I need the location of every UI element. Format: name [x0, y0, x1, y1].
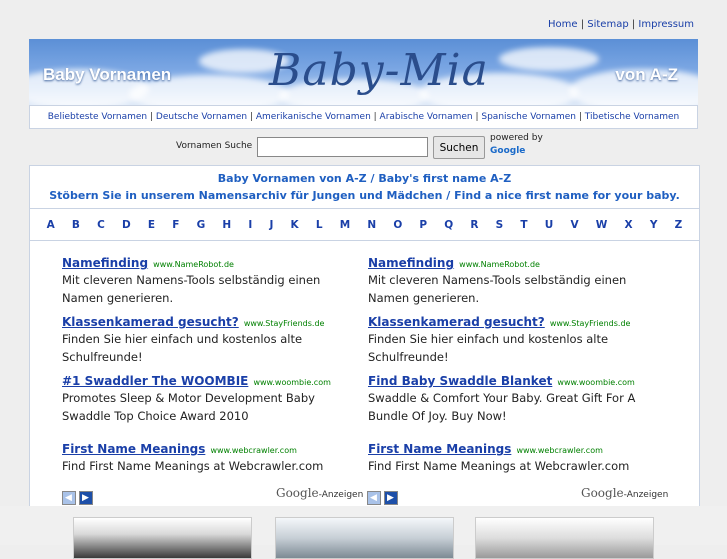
- ad-item: Namefinding www.NameRobot.de Mit cleveren…: [368, 252, 653, 307]
- headline-line-2: Stöbern Sie in unserem Namensarchiv für …: [49, 189, 680, 202]
- banner-left-text: Baby Vornamen: [43, 65, 172, 84]
- letter-link-i[interactable]: I: [248, 219, 252, 231]
- letter-link-p[interactable]: P: [419, 219, 427, 231]
- photo-strip: [0, 506, 727, 559]
- letter-link-x[interactable]: X: [625, 219, 633, 231]
- letter-link-s[interactable]: S: [496, 219, 504, 231]
- ad-title-link[interactable]: Find Baby Swaddle Blanket: [368, 374, 552, 388]
- letter-link-q[interactable]: Q: [444, 219, 453, 231]
- letter-link-b[interactable]: B: [72, 219, 80, 231]
- letter-link-t[interactable]: T: [520, 219, 527, 231]
- ad-description: Finden Sie hier einfach und kostenlos al…: [62, 332, 303, 364]
- search-label: Vornamen Suche: [176, 141, 253, 151]
- ad-url[interactable]: www.StayFriends.de: [550, 319, 631, 328]
- google-ads-label-left[interactable]: Google-Anzeigen: [276, 486, 363, 500]
- letter-link-n[interactable]: N: [367, 219, 376, 231]
- ad-pager-left: ◀ ▶: [62, 487, 96, 505]
- ad-url[interactable]: www.webcrawler.com: [516, 446, 602, 455]
- letter-link-j[interactable]: J: [269, 219, 273, 231]
- ad-item: #1 Swaddler The WOOMBIE www.woombie.com P…: [62, 370, 347, 425]
- category-link-deutsche[interactable]: Deutsche Vornamen: [156, 112, 247, 122]
- search-bar: Vornamen Suche Suchen powered by Google: [0, 133, 727, 161]
- letter-link-a[interactable]: A: [47, 219, 55, 231]
- category-link-arabische[interactable]: Arabische Vornamen: [380, 112, 473, 122]
- ads-left-column: Namefinding www.NameRobot.de Mit cleveren…: [62, 252, 347, 479]
- next-arrow-icon[interactable]: ▶: [79, 490, 93, 505]
- ad-url[interactable]: www.StayFriends.de: [244, 319, 325, 328]
- ad-item: Namefinding www.NameRobot.de Mit cleveren…: [62, 252, 347, 307]
- category-link-amerikanische[interactable]: Amerikanische Vornamen: [256, 112, 371, 122]
- headline-line-1: Baby Vornamen von A-Z / Baby's first nam…: [217, 172, 512, 185]
- ad-title-link[interactable]: First Name Meanings: [368, 442, 511, 456]
- ad-description: Promotes Sleep & Motor Development Baby …: [62, 391, 315, 423]
- search-input[interactable]: [257, 137, 428, 157]
- letter-link-w[interactable]: W: [596, 219, 608, 231]
- letter-link-r[interactable]: R: [470, 219, 478, 231]
- ad-description: Find First Name Meanings at Webcrawler.c…: [62, 459, 324, 473]
- next-arrow-icon[interactable]: ▶: [384, 490, 398, 505]
- category-link-tibetische[interactable]: Tibetische Vornamen: [585, 112, 679, 122]
- ad-description: Find First Name Meanings at Webcrawler.c…: [368, 459, 630, 473]
- page-headline: Baby Vornamen von A-Z / Baby's first nam…: [30, 170, 699, 204]
- main-content: Baby Vornamen von A-Z / Baby's first nam…: [29, 165, 700, 507]
- letter-link-h[interactable]: H: [222, 219, 231, 231]
- ad-url[interactable]: www.NameRobot.de: [459, 260, 540, 269]
- impressum-link[interactable]: Impressum: [638, 19, 694, 30]
- ad-title-link[interactable]: Klassenkamerad gesucht?: [368, 315, 545, 329]
- google-ads-label-right[interactable]: Google-Anzeigen: [581, 486, 668, 500]
- baby-photo[interactable]: [275, 517, 454, 559]
- powered-by: powered by Google: [490, 133, 543, 156]
- category-link-spanische[interactable]: Spanische Vornamen: [481, 112, 576, 122]
- ad-url[interactable]: www.NameRobot.de: [153, 260, 234, 269]
- category-nav: Beliebteste Vornamen | Deutsche Vornamen…: [29, 105, 698, 129]
- letter-link-v[interactable]: V: [570, 219, 578, 231]
- ad-item: Find Baby Swaddle Blanket www.woombie.co…: [368, 370, 653, 425]
- ad-title-link[interactable]: #1 Swaddler The WOOMBIE: [62, 374, 248, 388]
- baby-photo[interactable]: [73, 517, 252, 559]
- letter-link-f[interactable]: F: [172, 219, 179, 231]
- home-link[interactable]: Home: [548, 19, 578, 30]
- banner-right-text: von A-Z: [615, 65, 678, 84]
- letter-link-l[interactable]: L: [316, 219, 323, 231]
- ad-title-link[interactable]: Namefinding: [368, 256, 454, 270]
- ad-description: Mit cleveren Namens-Tools selbständig ei…: [368, 273, 627, 305]
- ad-item: Klassenkamerad gesucht? www.StayFriends.…: [62, 311, 347, 366]
- ad-title-link[interactable]: Namefinding: [62, 256, 148, 270]
- letter-link-d[interactable]: D: [122, 219, 131, 231]
- letter-link-c[interactable]: C: [97, 219, 105, 231]
- ad-title-link[interactable]: First Name Meanings: [62, 442, 205, 456]
- ad-item: First Name Meanings www.webcrawler.com Fi…: [62, 438, 347, 475]
- ad-url[interactable]: www.webcrawler.com: [210, 446, 296, 455]
- prev-arrow-icon[interactable]: ◀: [367, 490, 381, 505]
- letter-link-g[interactable]: G: [197, 219, 206, 231]
- ad-url[interactable]: www.woombie.com: [253, 378, 330, 387]
- site-logo[interactable]: Baby-Mia: [269, 45, 489, 96]
- sitemap-link[interactable]: Sitemap: [587, 19, 628, 30]
- letter-link-e[interactable]: E: [148, 219, 155, 231]
- baby-photo[interactable]: [475, 517, 654, 559]
- letter-link-k[interactable]: K: [291, 219, 299, 231]
- ad-item: First Name Meanings www.webcrawler.com Fi…: [368, 438, 653, 475]
- prev-arrow-icon[interactable]: ◀: [62, 490, 76, 505]
- ad-description: Swaddle & Comfort Your Baby. Great Gift …: [368, 391, 636, 423]
- letter-link-y[interactable]: Y: [650, 219, 658, 231]
- google-link[interactable]: Google: [490, 146, 525, 156]
- ad-description: Mit cleveren Namens-Tools selbständig ei…: [62, 273, 321, 305]
- header-banner: Baby Vornamen Baby-Mia von A-Z: [29, 39, 698, 105]
- search-button[interactable]: Suchen: [433, 136, 485, 159]
- letter-link-u[interactable]: U: [545, 219, 554, 231]
- ad-description: Finden Sie hier einfach und kostenlos al…: [368, 332, 609, 364]
- ad-title-link[interactable]: Klassenkamerad gesucht?: [62, 315, 239, 329]
- letter-link-o[interactable]: O: [393, 219, 402, 231]
- top-links: Home | Sitemap | Impressum: [547, 19, 694, 30]
- ad-item: Klassenkamerad gesucht? www.StayFriends.…: [368, 311, 653, 366]
- letter-link-z[interactable]: Z: [675, 219, 683, 231]
- letter-link-m[interactable]: M: [340, 219, 350, 231]
- category-link-beliebteste[interactable]: Beliebteste Vornamen: [48, 112, 147, 122]
- alphabet-nav: A B C D E F G H I J K L M N O P Q R S T U V W X Y Z: [30, 208, 699, 241]
- ads-right-column: Namefinding www.NameRobot.de Mit cleveren…: [368, 252, 653, 479]
- ad-pager-right: ◀ ▶: [367, 487, 401, 505]
- ad-url[interactable]: www.woombie.com: [557, 378, 634, 387]
